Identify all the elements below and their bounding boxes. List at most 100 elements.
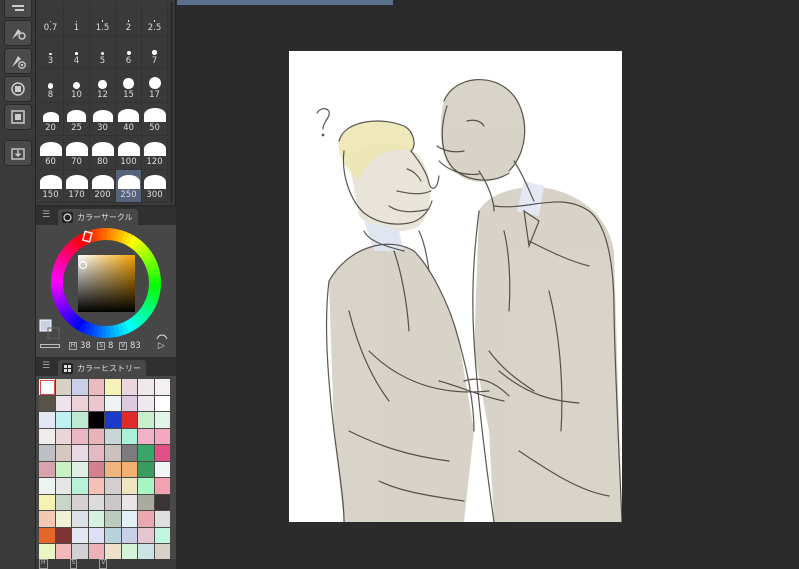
- export-button[interactable]: [4, 140, 32, 166]
- brush-size-12[interactable]: 12: [90, 69, 116, 103]
- color-swatch[interactable]: [39, 395, 56, 412]
- sub-tool-settings-button[interactable]: [4, 20, 32, 46]
- color-swatch[interactable]: [138, 511, 155, 528]
- color-swatch[interactable]: [121, 478, 138, 495]
- brush-size-300[interactable]: 300: [142, 169, 168, 203]
- color-swatch[interactable]: [121, 494, 138, 511]
- brush-size-6[interactable]: 6: [116, 35, 142, 69]
- color-swatch[interactable]: [72, 379, 89, 396]
- tab-color-history[interactable]: カラーヒストリー: [58, 360, 146, 376]
- color-swatch[interactable]: [88, 461, 105, 478]
- color-swatch[interactable]: [55, 461, 72, 478]
- color-swatch[interactable]: [154, 412, 171, 429]
- brush-size-10[interactable]: 10: [64, 69, 90, 103]
- color-swatch[interactable]: [138, 445, 155, 462]
- color-swatch[interactable]: [154, 379, 171, 396]
- color-swatch[interactable]: [138, 461, 155, 478]
- brush-size-120[interactable]: 120: [142, 136, 168, 170]
- brush-size-7[interactable]: 7: [142, 35, 168, 69]
- brush-size-5[interactable]: 5: [90, 35, 116, 69]
- color-swatch[interactable]: [138, 395, 155, 412]
- cycle-icon[interactable]: ▷: [158, 341, 165, 351]
- color-swatch[interactable]: [105, 379, 122, 396]
- color-swatch[interactable]: [88, 428, 105, 445]
- brush-size-60[interactable]: 60: [38, 136, 64, 170]
- brush-size-17[interactable]: 17: [142, 69, 168, 103]
- color-wheel[interactable]: [36, 225, 176, 346]
- brush-size-0.7[interactable]: 0.7: [38, 2, 64, 36]
- color-swatch[interactable]: [105, 412, 122, 429]
- color-swatch[interactable]: [121, 527, 138, 544]
- color-swatch[interactable]: [88, 494, 105, 511]
- color-swatch[interactable]: [121, 428, 138, 445]
- color-swatch[interactable]: [105, 494, 122, 511]
- brush-size-2.5[interactable]: 2.5: [142, 2, 168, 36]
- brush-size-15[interactable]: 15: [116, 69, 142, 103]
- brush-size-1.5[interactable]: 1.5: [90, 2, 116, 36]
- color-swatch[interactable]: [121, 511, 138, 528]
- color-swatch[interactable]: [88, 412, 105, 429]
- color-swatch[interactable]: [55, 428, 72, 445]
- color-swatch[interactable]: [55, 511, 72, 528]
- color-swatch[interactable]: [138, 428, 155, 445]
- color-swatch[interactable]: [88, 527, 105, 544]
- color-swatch[interactable]: [72, 461, 89, 478]
- color-swatch[interactable]: [88, 478, 105, 495]
- color-swatch[interactable]: [154, 395, 171, 412]
- brush-size-250[interactable]: 250: [116, 169, 142, 203]
- color-swatch[interactable]: [72, 395, 89, 412]
- color-swatch[interactable]: [72, 494, 89, 511]
- color-swatch[interactable]: [154, 511, 171, 528]
- color-swatch[interactable]: [154, 494, 171, 511]
- color-swatch[interactable]: [39, 478, 56, 495]
- brush-size-170[interactable]: 170: [64, 169, 90, 203]
- color-swatch[interactable]: [39, 527, 56, 544]
- color-swatch[interactable]: [121, 379, 138, 396]
- color-swatch[interactable]: [55, 379, 72, 396]
- color-swatch[interactable]: [88, 445, 105, 462]
- color-swatch[interactable]: [154, 478, 171, 495]
- brush-size-40[interactable]: 40: [116, 102, 142, 136]
- color-swatch[interactable]: [154, 527, 171, 544]
- navigator-button[interactable]: [4, 76, 32, 102]
- color-swatch[interactable]: [55, 478, 72, 495]
- brush-size-80[interactable]: 80: [90, 136, 116, 170]
- brush-size-8[interactable]: 8: [38, 69, 64, 103]
- color-swatch[interactable]: [154, 461, 171, 478]
- color-swatch[interactable]: [105, 461, 122, 478]
- tab-color-circle[interactable]: カラーサークル: [58, 209, 138, 225]
- color-swatch[interactable]: [39, 494, 56, 511]
- timeline-button[interactable]: [4, 104, 32, 130]
- color-swatch[interactable]: [105, 511, 122, 528]
- brush-size-100[interactable]: 100: [116, 136, 142, 170]
- color-swatch[interactable]: [39, 379, 56, 396]
- hamburger-menu-icon[interactable]: ☰: [42, 361, 50, 371]
- brush-size-scrollbar[interactable]: [170, 2, 173, 202]
- main-color-swatch[interactable]: [39, 319, 52, 332]
- color-swatch[interactable]: [138, 412, 155, 429]
- color-swatch[interactable]: [72, 445, 89, 462]
- brush-size-2[interactable]: 2: [116, 2, 142, 36]
- color-swatch[interactable]: [55, 494, 72, 511]
- brush-size-50[interactable]: 50: [142, 102, 168, 136]
- color-swatch[interactable]: [88, 395, 105, 412]
- color-swatch[interactable]: [138, 527, 155, 544]
- color-swatch[interactable]: [138, 478, 155, 495]
- toggle-bar-icon[interactable]: [40, 344, 60, 348]
- hamburger-menu-icon[interactable]: ☰: [42, 210, 50, 220]
- color-swatch[interactable]: [121, 412, 138, 429]
- color-swatch[interactable]: [72, 478, 89, 495]
- color-swatch[interactable]: [138, 494, 155, 511]
- brush-size-150[interactable]: 150: [38, 169, 64, 203]
- drawing-canvas[interactable]: [289, 51, 622, 522]
- color-swatch[interactable]: [55, 412, 72, 429]
- color-swatch[interactable]: [105, 478, 122, 495]
- color-swatch[interactable]: [154, 445, 171, 462]
- color-swatch[interactable]: [88, 379, 105, 396]
- brush-size-20[interactable]: 20: [38, 102, 64, 136]
- brush-size-1[interactable]: 1: [64, 2, 90, 36]
- color-swatch[interactable]: [121, 445, 138, 462]
- color-swatch[interactable]: [55, 527, 72, 544]
- color-swatch[interactable]: [39, 461, 56, 478]
- color-swatch[interactable]: [39, 412, 56, 429]
